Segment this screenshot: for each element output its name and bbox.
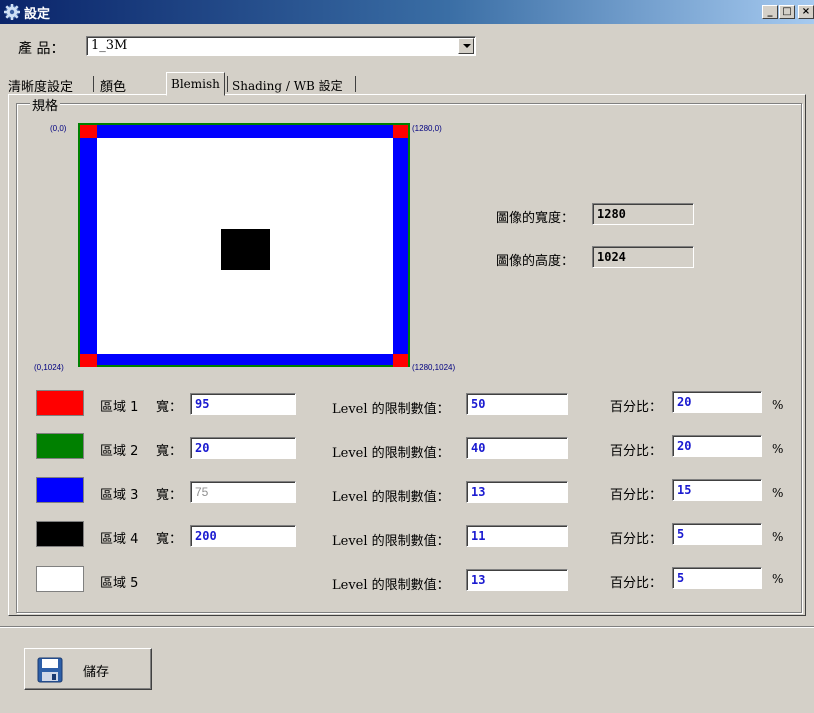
region-5-level-label: Level 的限制數值：	[332, 578, 450, 593]
region-2-level-label: Level 的限制數值：	[332, 446, 450, 461]
region-4-level-label: Level 的限制數值：	[332, 534, 450, 549]
tab-shading-wb[interactable]: Shading / WB 設定	[228, 74, 347, 94]
region-2-percent-input[interactable]: 20	[672, 435, 762, 457]
region-4-swatch	[36, 521, 84, 547]
region-2-level-input[interactable]: 40	[466, 437, 568, 459]
image-width-label: 圖像的寬度：	[496, 211, 575, 226]
tab-divider	[93, 76, 94, 92]
tab-color[interactable]: 顏色	[96, 74, 130, 95]
region-5-percent-input[interactable]: 5	[672, 567, 762, 589]
region-3-percent-label: 百分比：	[610, 488, 663, 503]
product-select[interactable]: 1_3M	[86, 36, 476, 56]
region-1-width-input[interactable]: 95	[190, 393, 296, 415]
region-1-label: 區域 1	[100, 400, 139, 415]
maximize-button[interactable]: □	[779, 5, 795, 19]
region-5-level-input[interactable]: 13	[466, 569, 568, 591]
region-3-width-label: 寬：	[156, 488, 183, 503]
region-3-percent-unit: %	[772, 486, 784, 500]
region-3-percent-input[interactable]: 15	[672, 479, 762, 501]
group-title: 規格	[30, 95, 61, 114]
tab-divider	[355, 76, 356, 92]
region-2-percent-unit: %	[772, 442, 784, 456]
title-bar[interactable]: 設定 _ □ ×	[0, 0, 814, 24]
region-2-width-input[interactable]: 20	[190, 437, 296, 459]
window-title: 設定	[24, 7, 51, 22]
region-3-level-label: Level 的限制數值：	[332, 490, 450, 505]
region-2-swatch	[36, 433, 84, 459]
region-2-label: 區域 2	[100, 444, 139, 459]
close-button[interactable]: ×	[798, 5, 814, 19]
region-4-width-input[interactable]: 200	[190, 525, 296, 547]
region-3-width-input: 75	[190, 481, 296, 503]
region-5-percent-unit: %	[772, 572, 784, 586]
region-2-width-label: 寬：	[156, 444, 183, 459]
region-4-level-input[interactable]: 11	[466, 525, 568, 547]
region-4-width-label: 寬：	[156, 532, 183, 547]
product-value: 1_3M	[91, 38, 128, 53]
region-1-level-label: Level 的限制數值：	[332, 402, 450, 417]
region-1-level-input[interactable]: 50	[466, 393, 568, 415]
region-4-percent-label: 百分比：	[610, 532, 663, 547]
region-4-percent-unit: %	[772, 530, 784, 544]
image-height-field: 1024	[592, 246, 694, 268]
bottom-divider	[0, 626, 814, 628]
region-1-width-label: 寬：	[156, 400, 183, 415]
product-label: 產 品：	[18, 41, 65, 57]
region-5-swatch	[36, 566, 84, 592]
save-button[interactable]: 儲存	[24, 648, 152, 690]
floppy-disk-icon	[37, 657, 63, 683]
region-5-percent-label: 百分比：	[610, 576, 663, 591]
region-3-label: 區域 3	[100, 488, 139, 503]
region-1-percent-label: 百分比：	[610, 400, 663, 415]
region-1-percent-input[interactable]: 20	[672, 391, 762, 413]
region-3-swatch	[36, 477, 84, 503]
region-1-percent-unit: %	[772, 398, 784, 412]
save-label: 儲存	[83, 665, 110, 680]
region-4-percent-input[interactable]: 5	[672, 523, 762, 545]
region-2-percent-label: 百分比：	[610, 444, 663, 459]
region-3-level-input[interactable]: 13	[466, 481, 568, 503]
tab-blemish[interactable]: Blemish	[166, 72, 225, 96]
gear-icon	[4, 4, 20, 20]
image-height-label: 圖像的高度：	[496, 254, 575, 269]
region-5-label: 區域 5	[100, 576, 139, 591]
region-4-label: 區域 4	[100, 532, 139, 547]
minimize-button[interactable]: _	[762, 5, 778, 19]
region-1-swatch	[36, 390, 84, 416]
image-width-field: 1280	[592, 203, 694, 225]
tab-sharpness-settings[interactable]: 清晰度設定	[4, 74, 77, 95]
chevron-down-icon[interactable]	[458, 38, 474, 54]
